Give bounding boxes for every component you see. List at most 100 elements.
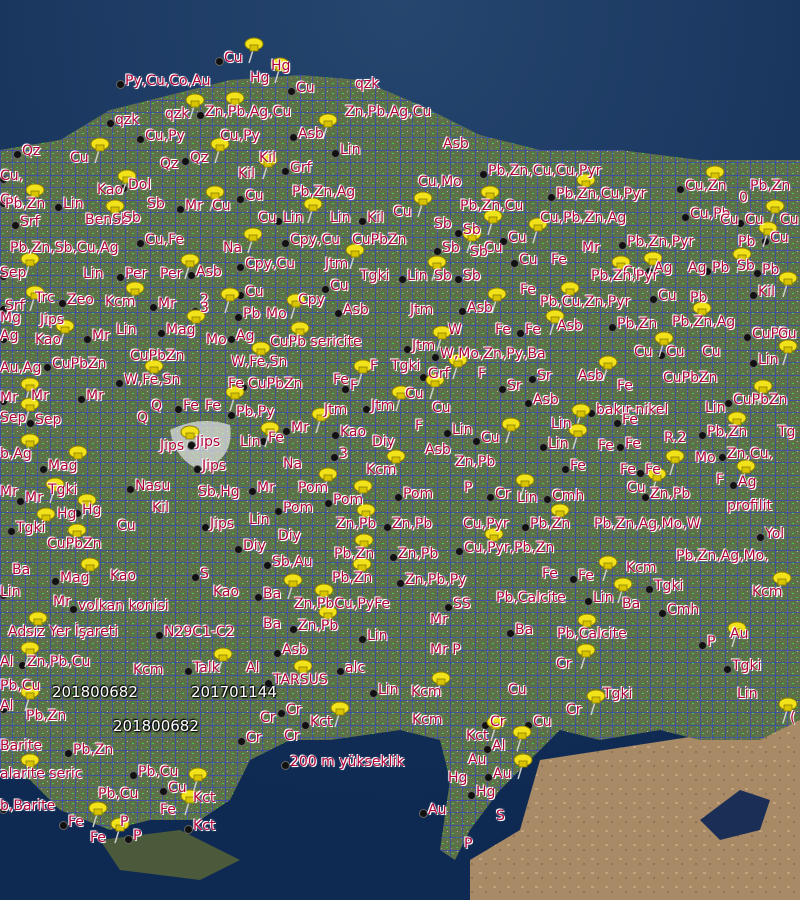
map-placemark-label[interactable]: Zn,Pb [298, 618, 338, 634]
map-placemark-label[interactable]: Cu [296, 80, 315, 96]
map-placemark-label[interactable]: Kil [152, 500, 169, 516]
map-placemark-label[interactable]: Cr [286, 702, 302, 718]
map-placemark-label[interactable]: Kil [238, 166, 255, 182]
placemark-dot-icon[interactable] [337, 668, 344, 675]
map-placemark-label[interactable]: F [415, 418, 423, 434]
map-placemark-label[interactable]: Zn,Pb,Ag,Cu [345, 104, 431, 120]
placemark-dot-icon[interactable] [137, 240, 144, 247]
placemark-dot-icon[interactable] [275, 508, 282, 515]
map-placemark-label[interactable]: Cu [519, 252, 538, 268]
placemark-dot-icon[interactable] [302, 722, 309, 729]
map-placemark-label[interactable]: Cu [634, 344, 653, 360]
map-placemark-label[interactable]: Cu [393, 204, 412, 220]
map-placemark-label[interactable]: Pb,Zn [334, 546, 374, 562]
placemark-dot-icon[interactable] [637, 470, 644, 477]
map-placemark-label[interactable]: CuPbZn [130, 348, 184, 364]
placemark-dot-icon[interactable] [282, 762, 289, 769]
map-placemark-label[interactable]: Qz [22, 143, 40, 159]
map-placemark-label[interactable]: Tg [778, 424, 795, 440]
map-placemark-label[interactable]: Cr [284, 728, 300, 744]
placemark-dot-icon[interactable] [395, 494, 402, 501]
map-placemark-label[interactable]: Sr [537, 368, 552, 384]
map-placemark-label[interactable]: P [120, 814, 128, 830]
map-placemark-label[interactable]: Cu [627, 480, 646, 496]
map-placemark-label[interactable]: Cu [508, 682, 527, 698]
map-placemark-label[interactable]: Asb [557, 318, 583, 334]
map-placemark-label[interactable]: Fe [205, 398, 221, 414]
placemark-dot-icon[interactable] [290, 626, 297, 633]
map-placemark-label[interactable]: Zn,PbCu,PyFe [294, 596, 390, 612]
map-placemark-label[interactable]: Jtm [410, 302, 433, 318]
map-placemark-label[interactable]: W,Mo,Zn,Py,Ba [440, 346, 546, 362]
map-placemark-label[interactable]: Cu,Zn [685, 178, 727, 194]
map-placemark-label[interactable]: Pom [283, 500, 313, 516]
map-placemark-label[interactable]: Cmh [667, 602, 699, 618]
placemark-dot-icon[interactable] [130, 772, 137, 779]
map-placemark-label[interactable]: Pb,Zn,Pyr [627, 234, 694, 250]
placemark-dot-icon[interactable] [335, 310, 342, 317]
map-placemark-label[interactable]: Sb,Au [272, 554, 313, 570]
map-placemark-label[interactable]: Kao [35, 332, 61, 348]
map-placemark-label[interactable]: Py,Cu,Co,Au [125, 73, 211, 89]
map-placemark-label[interactable]: Cu,Pyr [463, 516, 509, 532]
map-placemark-label[interactable]: Cu,Py [145, 128, 185, 144]
map-placemark-label[interactable]: Asb [425, 442, 451, 458]
map-placemark-label[interactable]: P [464, 836, 472, 852]
map-placemark-id-label[interactable]: 201701144 [191, 684, 277, 700]
map-placemark-label[interactable]: Pom [298, 480, 328, 496]
map-placemark-label[interactable]: Na [223, 240, 242, 256]
placemark-dot-icon[interactable] [156, 632, 163, 639]
map-placemark-label[interactable]: CuPbZn [47, 536, 101, 552]
map-placemark-label[interactable]: Pb,Zn [73, 742, 113, 758]
map-placemark-label[interactable]: Cpy,Cu [245, 256, 295, 272]
map-placemark-label[interactable]: Na [283, 456, 302, 472]
placemark-dot-icon[interactable] [331, 454, 338, 461]
placemark-dot-icon[interactable] [160, 788, 167, 795]
placemark-dot-icon[interactable] [444, 430, 451, 437]
map-placemark-label[interactable]: R.2 [664, 430, 687, 446]
placemark-dot-icon[interactable] [235, 546, 242, 553]
map-placemark-label[interactable]: Yol [765, 526, 784, 542]
pushpin-icon[interactable] [776, 338, 798, 366]
map-view[interactable]: Cu Hg Py,Cu,Co,Au Hg Cu qzk Zn,Pb,Ag,Cu Zn,Pb,A… [0, 0, 800, 900]
map-placemark-label[interactable]: Fe [620, 462, 636, 478]
pushpin-icon[interactable] [88, 136, 110, 164]
map-placemark-label[interactable]: Pb [690, 290, 707, 306]
placemark-dot-icon[interactable] [249, 488, 256, 495]
map-placemark-label[interactable]: Lin [517, 490, 538, 506]
map-placemark-label[interactable]: Zeo [67, 292, 94, 308]
map-placemark-label[interactable]: Mr [92, 328, 110, 344]
map-placemark-label[interactable]: Cu,Mo [418, 174, 462, 190]
pushpin-icon[interactable] [574, 642, 596, 670]
map-placemark-label[interactable]: Pb,Zn,Cu,Cu,Pyr [488, 163, 601, 179]
placemark-dot-icon[interactable] [487, 494, 494, 501]
map-placemark-label[interactable]: Fe [645, 462, 661, 478]
map-placemark-label[interactable]: Pb,Zn,Pyr [591, 268, 658, 284]
map-placemark-label[interactable]: Lin [83, 266, 104, 282]
placemark-dot-icon[interactable] [719, 454, 726, 461]
placemark-dot-icon[interactable] [325, 500, 332, 507]
map-placemark-label[interactable]: Kao [340, 424, 366, 440]
map-placemark-label[interactable]: Fe [495, 322, 511, 338]
placemark-dot-icon[interactable] [194, 466, 201, 473]
map-placemark-label[interactable]: P [464, 480, 472, 496]
map-placemark-label[interactable]: Asb [533, 392, 559, 408]
map-placemark-label[interactable]: Cu [168, 780, 187, 796]
map-placemark-label[interactable]: W,Fe,Sn [124, 372, 180, 388]
map-placemark-label[interactable]: Cu [405, 386, 424, 402]
map-placemark-label[interactable]: Hg [250, 70, 269, 86]
map-placemark-label[interactable]: Pb,Zn,Ag [672, 314, 735, 330]
map-placemark-label[interactable]: Fe [625, 436, 641, 452]
map-placemark-label[interactable]: Jips [40, 312, 64, 328]
map-placemark-label[interactable]: Cu [508, 230, 527, 246]
map-placemark-label[interactable]: 0 [739, 190, 748, 206]
map-placemark-label[interactable]: Grf [290, 160, 312, 176]
map-placemark-label[interactable]: Jtm [324, 402, 347, 418]
placemark-dot-icon[interactable] [177, 206, 184, 213]
map-placemark-label[interactable]: W,Fe,Sn [231, 354, 287, 370]
map-placemark-label[interactable]: Pb,Calcite [496, 590, 566, 606]
placemark-dot-icon[interactable] [473, 438, 480, 445]
placemark-dot-icon[interactable] [754, 270, 761, 277]
map-placemark-label[interactable]: Lin [330, 210, 351, 226]
map-placemark-label[interactable]: Pb [762, 262, 779, 278]
